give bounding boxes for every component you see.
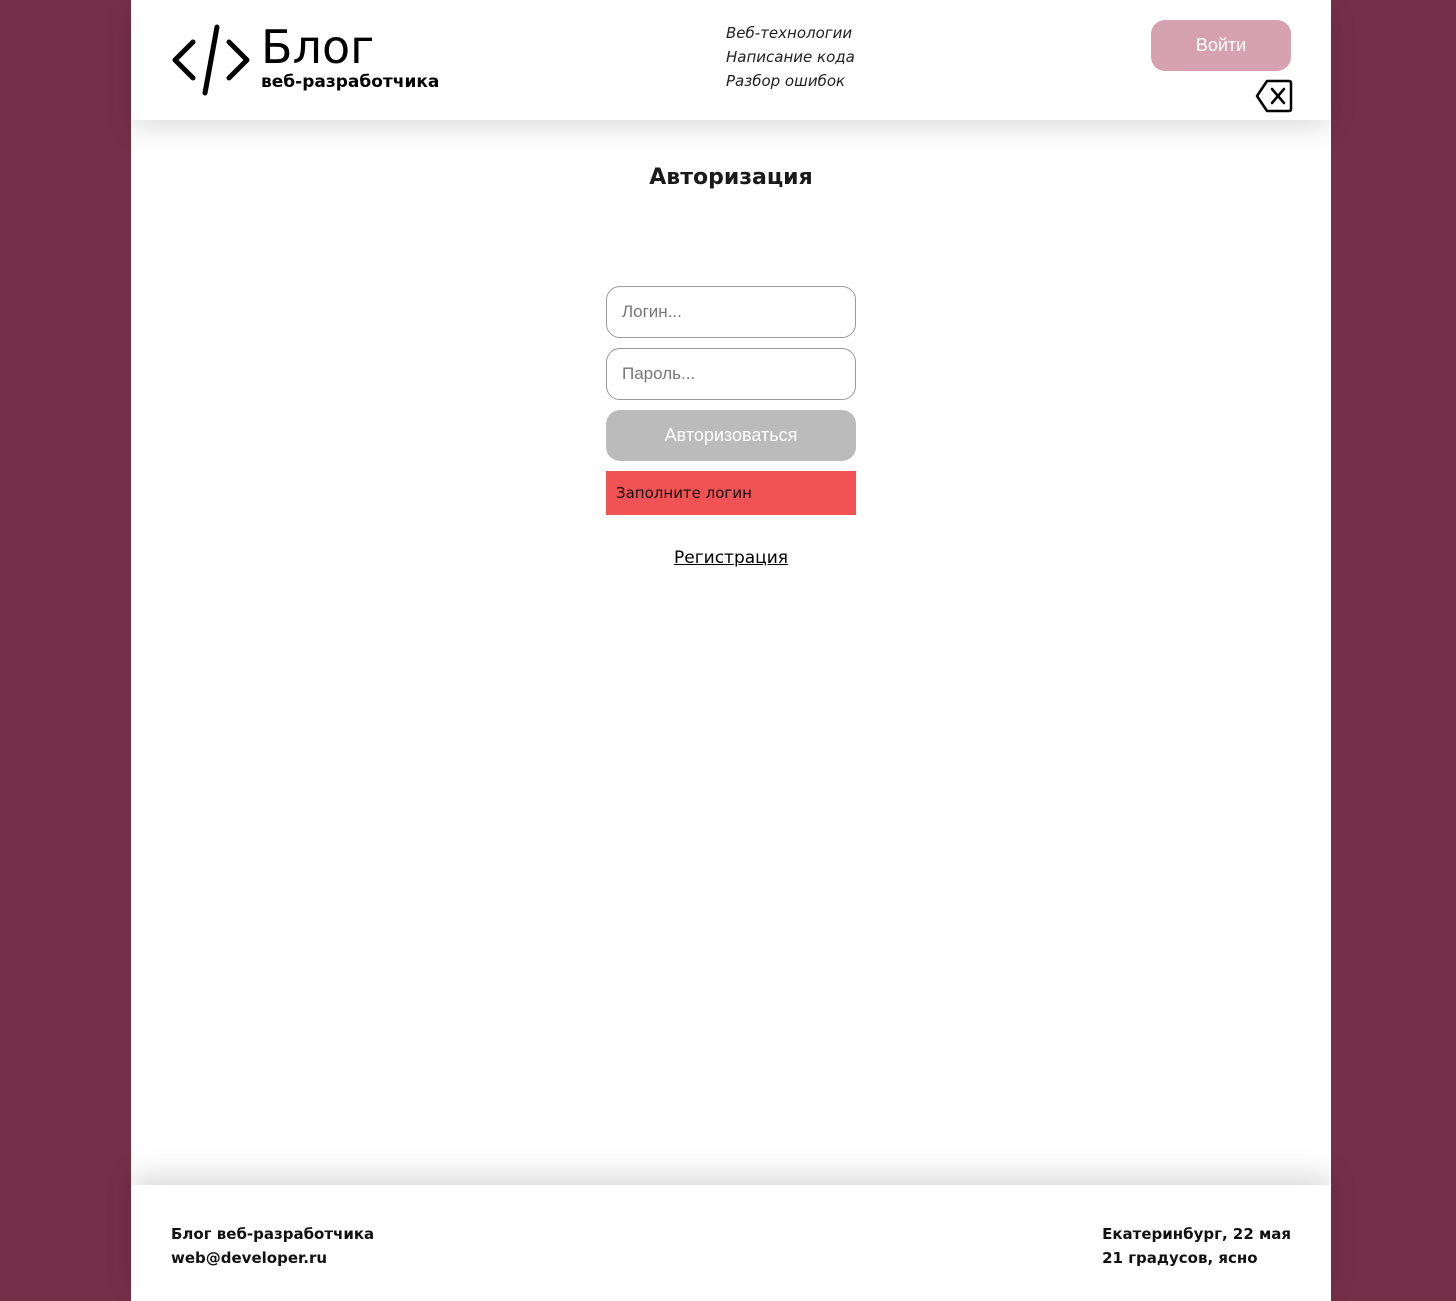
footer-weather-text: 21 градусов, ясно bbox=[1102, 1249, 1258, 1267]
auth-form: Авторизоваться Заполните логин bbox=[606, 286, 856, 515]
nav-item-writing-code[interactable]: Написание кода bbox=[726, 45, 855, 69]
footer-weather: Екатеринбург, 22 мая 21 градусов, ясно bbox=[1102, 1222, 1291, 1270]
error-message: Заполните логин bbox=[606, 471, 856, 515]
nav-item-error-analysis[interactable]: Разбор ошибок bbox=[726, 69, 855, 93]
site-footer: Блог веб-разработчика web@developer.ru Е… bbox=[131, 1185, 1331, 1301]
main-nav: Веб-технологии Написание кода Разбор оши… bbox=[726, 21, 855, 93]
password-input[interactable] bbox=[606, 348, 856, 400]
login-button[interactable]: Войти bbox=[1151, 20, 1291, 71]
site-header: Блог веб-разработчика Веб-технологии Нап… bbox=[131, 0, 1331, 120]
footer-contact: Блог веб-разработчика web@developer.ru bbox=[171, 1222, 374, 1270]
page: Блог веб-разработчика Веб-технологии Нап… bbox=[131, 0, 1331, 1301]
nav-item-web-technologies[interactable]: Веб-технологии bbox=[726, 21, 855, 45]
footer-email: web@developer.ru bbox=[171, 1249, 328, 1267]
register-link-wrapper: Регистрация bbox=[131, 548, 1331, 568]
footer-blog-name: Блог веб-разработчика bbox=[171, 1225, 375, 1243]
footer-location-date: Екатеринбург, 22 мая bbox=[1102, 1225, 1291, 1243]
page-title: Авторизация bbox=[649, 165, 813, 190]
logo-title: Блог bbox=[261, 20, 375, 74]
logo-subtitle: веб-разработчика bbox=[261, 72, 440, 92]
register-link[interactable]: Регистрация bbox=[674, 548, 788, 568]
authorize-button[interactable]: Авторизоваться bbox=[606, 410, 856, 461]
backspace-x-icon[interactable] bbox=[1255, 79, 1293, 113]
code-brackets-icon bbox=[172, 24, 250, 96]
login-input[interactable] bbox=[606, 286, 856, 338]
